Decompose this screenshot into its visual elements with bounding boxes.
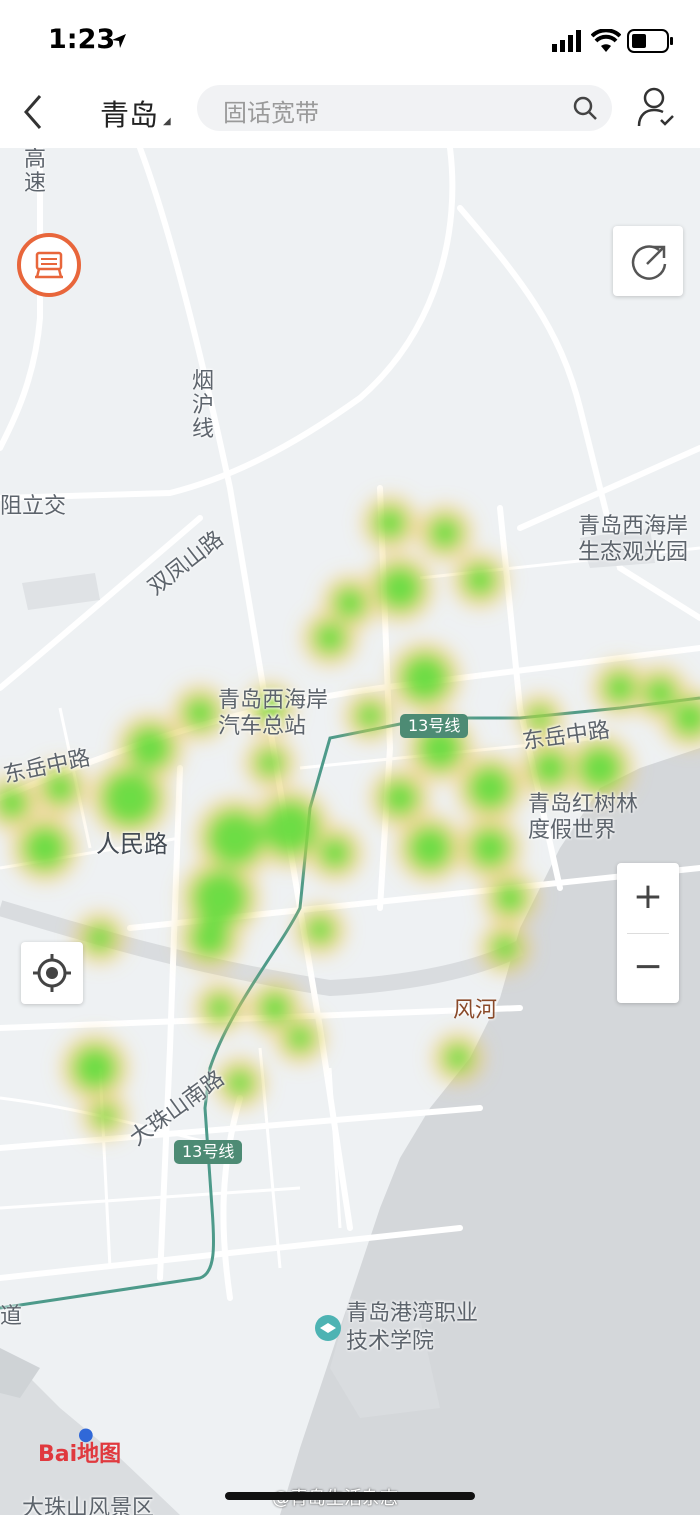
label-gaosu: 高速 xyxy=(24,148,47,196)
locate-button[interactable] xyxy=(21,942,83,1004)
label-fenghe: 风河 xyxy=(453,998,498,1023)
paw-icon: ● xyxy=(78,1424,94,1445)
wifi-icon xyxy=(591,29,621,52)
search-icon[interactable] xyxy=(572,95,598,121)
search-box[interactable]: 固话宽带 xyxy=(197,85,612,131)
top-nav: 青岛 ◢ 固话宽带 xyxy=(0,80,700,148)
label-yanhu: 烟沪线 xyxy=(192,369,215,442)
label-xihaian-park: 青岛西海岸 生态观光园 xyxy=(578,514,689,565)
locate-icon xyxy=(33,954,71,992)
label-college: 青岛港湾职业 技术学院 xyxy=(346,1301,479,1354)
label-mangrove: 青岛红树林 度假世界 xyxy=(528,792,639,843)
status-time: 1:23 xyxy=(48,24,116,55)
signal-icon xyxy=(552,30,581,52)
label-scenic: 大珠山风景区 xyxy=(22,1496,155,1515)
label-dao: 道 xyxy=(0,1304,23,1329)
zoom-in-button[interactable]: + xyxy=(617,863,679,933)
metro-badge-13: 13号线 xyxy=(400,714,469,738)
share-button[interactable] xyxy=(613,226,683,296)
share-icon xyxy=(631,245,667,280)
zoom-out-button[interactable]: − xyxy=(617,933,679,1003)
zoom-control: + − xyxy=(617,863,679,1003)
label-renmin-road: 人民路 xyxy=(96,830,168,858)
status-bar: 1:23 xyxy=(0,0,700,80)
user-icon[interactable] xyxy=(636,86,676,128)
traffic-icon xyxy=(35,251,63,279)
label-bus-station: 青岛西海岸 汽车总站 xyxy=(218,688,329,739)
baidu-map-logo: Bai地图 ● xyxy=(38,1424,122,1467)
map-view[interactable]: 高速 烟沪线 双凤山路 阻立交 青岛西海岸 生态观光园 青岛西海岸 汽车总站 东… xyxy=(0,148,700,1515)
metro-badge-13: 13号线 xyxy=(174,1140,243,1164)
traffic-layer-button[interactable] xyxy=(17,233,81,297)
label-zhilijiao: 阻立交 xyxy=(0,494,67,519)
city-selector[interactable]: 青岛 xyxy=(100,92,158,134)
city-dropdown-icon[interactable]: ◢ xyxy=(163,116,171,127)
back-icon[interactable] xyxy=(18,90,48,134)
search-input[interactable]: 固话宽带 xyxy=(223,93,319,128)
battery-icon xyxy=(627,29,673,53)
home-indicator xyxy=(225,1492,475,1500)
location-arrow-icon xyxy=(112,34,126,48)
